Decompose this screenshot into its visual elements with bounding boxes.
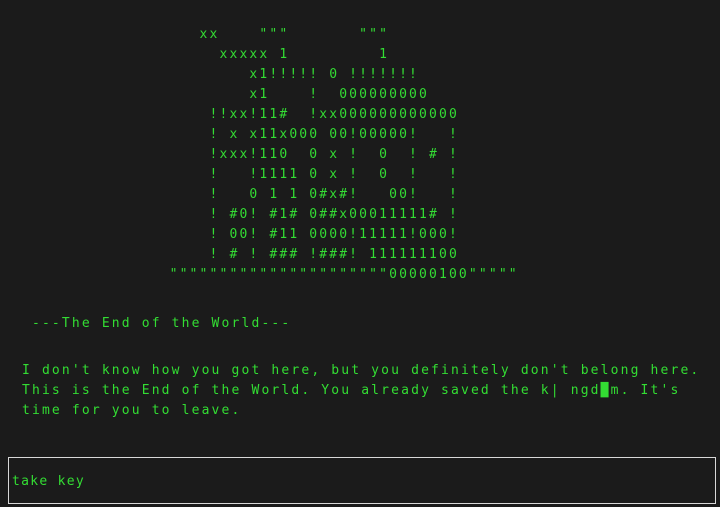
ascii-art-line: """"""""""""""""""""""00000100""""" xyxy=(0,267,519,282)
ascii-art-line: ! # ! ### !###! 111111100 xyxy=(0,247,459,262)
ascii-art-line: ! 0 1 1 0#x#! 00! ! xyxy=(0,187,459,202)
ascii-art-line: xx """ """ xyxy=(0,27,390,42)
narration-line: I don't know how you got here, but you d… xyxy=(22,363,701,378)
narration-line: time for you to leave. xyxy=(22,403,242,418)
ascii-art-line: ! #0! #1# 0##x00011111# ! xyxy=(0,207,459,222)
game-output: xx """ """ xxxxx 1 1 x1!!!!! 0 !!!!!!! x… xyxy=(0,0,720,455)
command-box[interactable] xyxy=(8,457,716,504)
ascii-art-line: x1 ! 000000000 xyxy=(0,87,429,102)
narration-line: This is the End of the World. You alread… xyxy=(22,383,681,398)
command-input[interactable] xyxy=(12,471,702,491)
ascii-art-line: ! x x11x000 00!00000! ! xyxy=(0,127,459,142)
ascii-art-line: !xxx!110 0 x ! 0 ! # ! xyxy=(0,147,459,162)
location-title: ---The End of the World--- xyxy=(22,316,292,331)
ascii-art-line: xxxxx 1 1 xyxy=(0,47,390,62)
ascii-art-line: !!xx!11# !xx000000000000 xyxy=(0,107,459,122)
ascii-art-line: ! 00! #11 0000!11111!000! xyxy=(0,227,459,242)
ascii-art-line: x1!!!!! 0 !!!!!!! xyxy=(0,67,420,82)
narration-text: I don't know how you got here, but you d… xyxy=(22,361,700,421)
ascii-art: xx """ """ xxxxx 1 1 x1!!!!! 0 !!!!!!! x… xyxy=(0,25,519,285)
ascii-art-line: ! !1111 0 x ! 0 ! ! xyxy=(0,167,459,182)
